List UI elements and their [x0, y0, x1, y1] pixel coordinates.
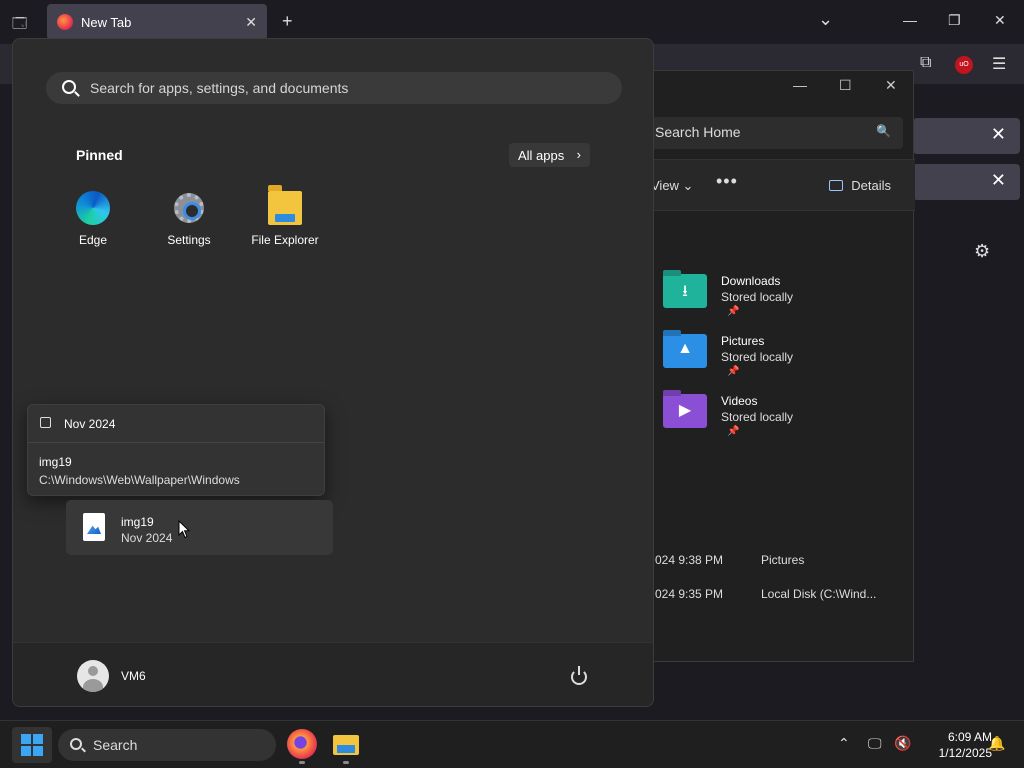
user-avatar[interactable]: [77, 660, 109, 692]
pin-icon: 📌: [727, 366, 740, 377]
app-label: File Explorer: [251, 233, 319, 247]
file-tooltip-popup: Nov 2024 img19 C:\Windows\Web\Wallpaper\…: [27, 404, 325, 496]
explorer-close-icon[interactable]: ✕: [885, 77, 897, 94]
firefox-taskbar-icon[interactable]: [287, 729, 317, 759]
running-indicator: [343, 761, 349, 764]
explorer-search-input[interactable]: Search Home 🔍: [645, 117, 903, 149]
tab-close-icon[interactable]: ✕: [245, 14, 257, 31]
explorer-command-bar: View ⌄ ••• Details: [621, 159, 915, 211]
browser-banner: ✕: [913, 118, 1020, 154]
edge-icon: [76, 191, 110, 225]
chevron-up-icon[interactable]: ⌃: [838, 735, 850, 752]
search-icon: [62, 80, 76, 94]
restore-icon[interactable]: ❐: [948, 12, 961, 29]
extensions-icon[interactable]: ⧉: [920, 54, 931, 72]
network-icon[interactable]: 🖵: [868, 735, 882, 752]
pinned-heading: Pinned: [76, 147, 123, 163]
explorer-minimize-icon[interactable]: —: [793, 77, 807, 93]
folder-name: Videos: [721, 394, 758, 408]
popup-file-path: C:\Windows\Web\Wallpaper\Windows: [39, 473, 240, 487]
gear-icon[interactable]: ⚙: [974, 241, 990, 262]
volume-muted-icon[interactable]: 🔇: [894, 735, 911, 752]
videos-folder-icon: ▶: [663, 394, 707, 428]
quick-access-videos[interactable]: ▶ Videos Stored locally 📌: [663, 394, 903, 450]
start-button[interactable]: [12, 727, 52, 763]
all-apps-button[interactable]: All apps ›: [509, 143, 590, 167]
recent-file-date: 024 9:35 PM: [655, 587, 724, 601]
details-pane-icon: [829, 180, 844, 191]
pin-icon: 📌: [727, 306, 740, 317]
view-menu-button[interactable]: View ⌄: [651, 178, 693, 194]
close-window-icon[interactable]: ✕: [994, 12, 1006, 29]
browser-tab[interactable]: New Tab ✕: [47, 4, 267, 40]
quick-access-downloads[interactable]: ⭳ Downloads Stored locally 📌: [663, 274, 903, 330]
running-indicator: [299, 761, 305, 764]
popup-header[interactable]: Nov 2024: [28, 405, 324, 443]
browser-banner: ✕: [913, 164, 1020, 200]
folder-name: Pictures: [721, 334, 765, 348]
menu-icon[interactable]: ☰: [992, 54, 1006, 74]
recent-file-location: Pictures: [761, 553, 805, 567]
details-label: Details: [851, 178, 891, 193]
banner-close-icon[interactable]: ✕: [991, 170, 1006, 191]
tab-title: New Tab: [81, 14, 132, 30]
app-label: Settings: [167, 233, 211, 247]
pictures-folder-icon: ▲: [663, 334, 707, 368]
taskbar-search-label: Search: [93, 737, 138, 753]
taskbar: Search ⌃ 🖵 🔇 6:09 AM 1/12/2025 🔔: [0, 720, 1024, 768]
folder-location: Stored locally: [721, 410, 794, 424]
search-icon: [70, 738, 82, 750]
power-icon[interactable]: [571, 666, 587, 685]
folder-location: Stored locally: [721, 290, 794, 304]
start-search-input[interactable]: Search for apps, settings, and documents: [46, 72, 622, 104]
minimize-icon[interactable]: —: [903, 12, 917, 28]
banner-close-icon[interactable]: ✕: [991, 124, 1006, 145]
folder-location: Stored locally: [721, 350, 794, 364]
recommended-file-name: img19: [121, 515, 154, 529]
explorer-titlebar: — ☐ ✕: [621, 71, 913, 103]
settings-gear-icon: [172, 191, 206, 225]
app-label: Edge: [78, 233, 108, 247]
file-explorer-window: — ☐ ✕ Search Home 🔍 View ⌄ ••• Details ⭳…: [620, 70, 915, 662]
tab-view-icon[interactable]: 🗔: [12, 13, 27, 37]
recommended-file-date: Nov 2024: [121, 531, 173, 545]
popup-header-label: Nov 2024: [64, 417, 116, 431]
system-clock[interactable]: 6:09 AM 1/12/2025: [912, 729, 992, 761]
pinned-app-settings[interactable]: Settings: [141, 191, 237, 247]
clock-time: 6:09 AM: [947, 730, 992, 744]
recommended-item-img19[interactable]: img19 Nov 2024: [66, 500, 333, 555]
downloads-folder-icon: ⭳: [663, 274, 707, 308]
search-icon: 🔍: [876, 124, 891, 138]
file-explorer-icon: [268, 185, 302, 225]
all-apps-label: All apps: [518, 148, 565, 163]
file-explorer-taskbar-icon[interactable]: [331, 729, 361, 759]
recent-file-location: Local Disk (C:\Wind...: [761, 587, 877, 601]
details-button[interactable]: Details: [829, 178, 891, 193]
start-search-placeholder: Search for apps, settings, and documents: [90, 80, 349, 96]
pin-icon: 📌: [727, 426, 740, 437]
popup-file-name: img19: [39, 455, 72, 469]
open-external-icon: [40, 417, 51, 428]
explorer-search-placeholder: Search Home: [655, 124, 741, 140]
start-footer: VM6: [13, 642, 653, 706]
new-tab-icon[interactable]: +: [282, 11, 293, 32]
recent-file-date: 024 9:38 PM: [655, 553, 724, 567]
user-name[interactable]: VM6: [121, 669, 146, 683]
ublock-icon[interactable]: uO: [955, 56, 973, 74]
notifications-bell-icon[interactable]: 🔔: [988, 735, 1005, 752]
list-all-tabs-icon[interactable]: ⌄: [818, 9, 833, 30]
pinned-app-file-explorer[interactable]: File Explorer: [237, 185, 333, 247]
explorer-maximize-icon[interactable]: ☐: [839, 77, 852, 94]
folder-name: Downloads: [721, 274, 781, 288]
quick-access-pictures[interactable]: ▲ Pictures Stored locally 📌: [663, 334, 903, 390]
more-options-button[interactable]: •••: [716, 171, 738, 192]
image-file-icon: [83, 513, 105, 541]
pinned-app-edge[interactable]: Edge: [45, 191, 141, 247]
windows-logo-icon: [21, 734, 43, 756]
chevron-right-icon: ›: [576, 147, 581, 162]
start-menu: Search for apps, settings, and documents…: [12, 38, 654, 707]
clock-date: 1/12/2025: [938, 746, 992, 760]
firefox-favicon-icon: [57, 14, 73, 30]
taskbar-search[interactable]: Search: [58, 729, 276, 761]
